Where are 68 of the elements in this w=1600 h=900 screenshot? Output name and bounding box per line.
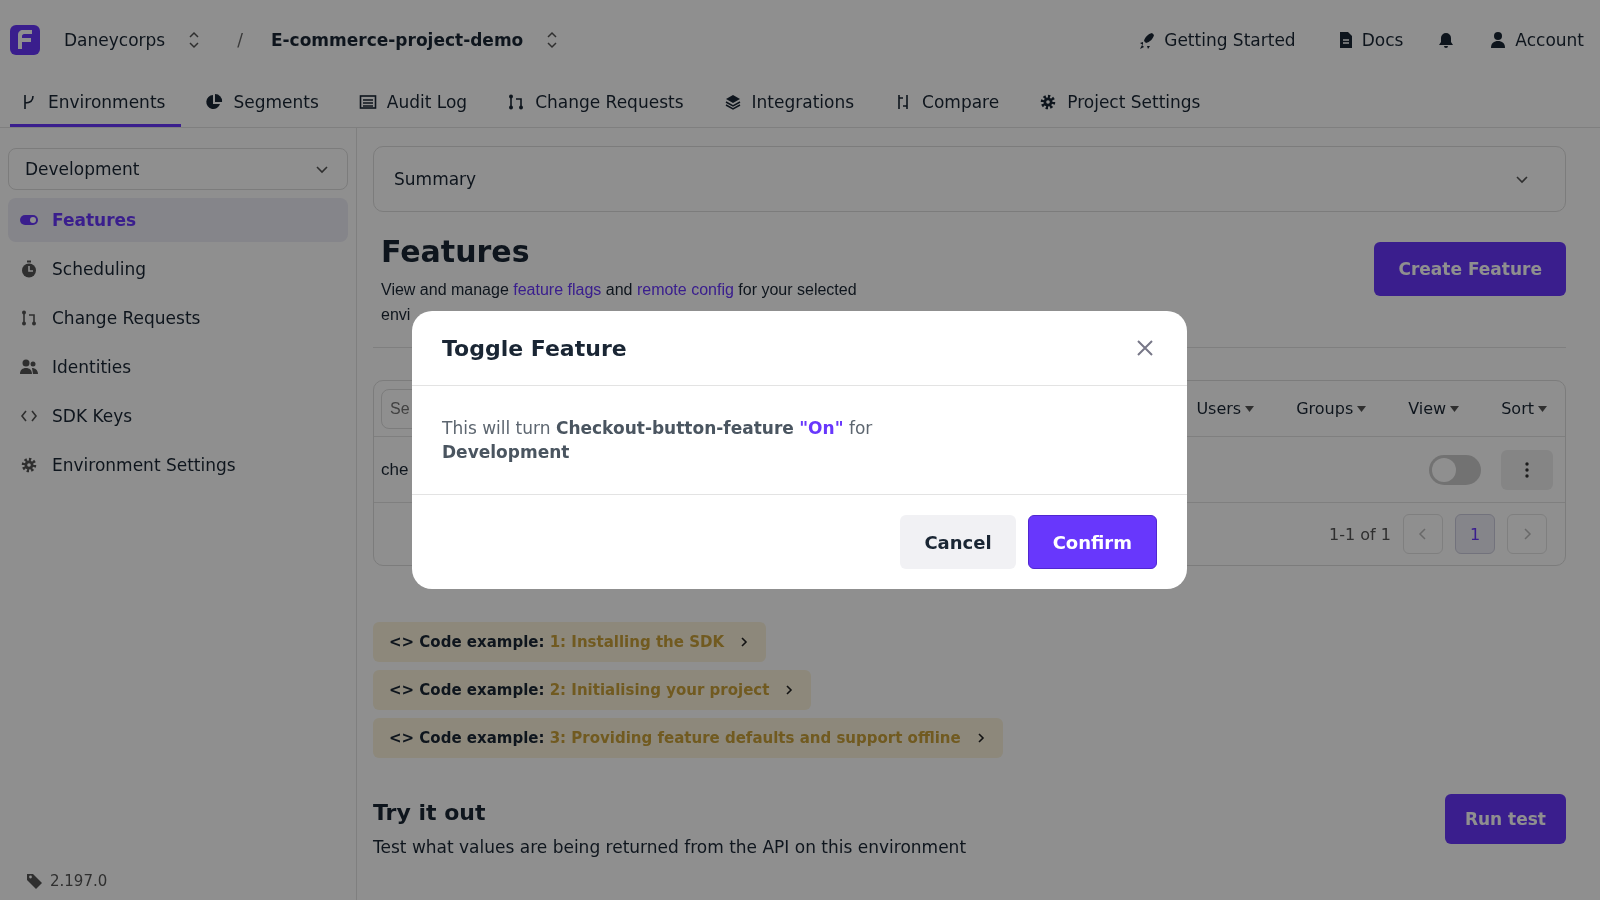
- app-logo[interactable]: [10, 25, 40, 55]
- bell-icon: [1437, 31, 1456, 49]
- people-icon: [20, 358, 38, 376]
- filter-dropdown[interactable]: Groups: [1290, 398, 1373, 419]
- nav-tab[interactable]: Environments: [10, 80, 182, 127]
- gear-icon: [20, 456, 38, 474]
- getting-started-link[interactable]: Getting Started: [1132, 29, 1302, 51]
- sidebar-item[interactable]: Features: [8, 198, 348, 242]
- tag-icon: [26, 872, 44, 890]
- pull-request-icon: [20, 309, 38, 327]
- filter-dropdown[interactable]: Sort: [1495, 398, 1553, 419]
- nav-tab[interactable]: Change Requests: [497, 80, 700, 127]
- account-link[interactable]: Account: [1483, 29, 1590, 51]
- layers-icon: [723, 93, 742, 111]
- page-title: Features: [381, 234, 531, 269]
- description-link[interactable]: remote config: [636, 281, 734, 298]
- breadcrumb-separator: /: [237, 30, 243, 50]
- chevron-right-icon: [1522, 527, 1532, 541]
- dialog-message: This will turn Checkout-button-feature "On" for Development: [442, 417, 874, 464]
- sidebar-item[interactable]: Identities: [8, 345, 348, 389]
- section-description: Test what values are being returned from the API on this environment: [373, 837, 967, 857]
- code-example-toggle[interactable]: <> Code example: 1: Installing the SDK: [373, 622, 766, 662]
- caret-down-icon: [1450, 405, 1460, 412]
- project-name[interactable]: E-commerce-project-demo: [270, 30, 524, 50]
- docs-link[interactable]: Docs: [1329, 29, 1410, 51]
- nav-tab[interactable]: Compare: [884, 80, 1016, 127]
- stopwatch-icon: [20, 260, 38, 278]
- create-feature-button[interactable]: Create Feature: [1374, 242, 1566, 296]
- feature-toggle[interactable]: [1429, 454, 1481, 485]
- section-title: Try it out: [373, 800, 487, 825]
- gear-icon: [1039, 93, 1058, 111]
- nav-tab[interactable]: Audit Log: [348, 80, 484, 127]
- caret-down-icon: [1245, 405, 1255, 412]
- nav-tab[interactable]: Project Settings: [1029, 80, 1217, 127]
- nav-tab[interactable]: Integrations: [713, 80, 871, 127]
- sidebar-item[interactable]: Change Requests: [8, 296, 348, 340]
- list-icon: [358, 93, 377, 111]
- chevron-right-icon: [738, 636, 750, 648]
- sort-arrows-icon[interactable]: [545, 31, 560, 49]
- pagination-range: 1-1 of 1: [1329, 524, 1391, 544]
- run-test-button[interactable]: Run test: [1444, 794, 1566, 844]
- rocket-icon: [1138, 31, 1157, 49]
- environment-select[interactable]: Development: [8, 148, 348, 190]
- page-button[interactable]: 1: [1455, 514, 1495, 554]
- filter-dropdown[interactable]: View: [1402, 398, 1466, 419]
- sidebar-item[interactable]: Scheduling: [8, 247, 348, 291]
- filter-dropdown[interactable]: Users: [1190, 398, 1261, 419]
- code-example-toggle[interactable]: <> Code example: 3: Providing feature defaults and support offline: [373, 718, 1003, 758]
- sidebar-item[interactable]: Environment Settings: [8, 443, 348, 487]
- dialog-title: Toggle Feature: [442, 335, 627, 361]
- organisation-name[interactable]: Daneycorps: [64, 30, 166, 50]
- description-link[interactable]: feature flags: [513, 281, 602, 298]
- cancel-button[interactable]: Cancel: [900, 515, 1016, 569]
- code-example-toggle[interactable]: <> Code example: 2: Initialising your project: [373, 670, 812, 710]
- version-label: 2.197.0: [50, 872, 108, 890]
- feature-name[interactable]: che: [381, 459, 409, 480]
- sort-arrows-icon[interactable]: [187, 31, 202, 49]
- sidebar-item[interactable]: SDK Keys: [8, 394, 348, 438]
- confirm-button[interactable]: Confirm: [1027, 515, 1157, 569]
- pie-chart-icon: [205, 93, 224, 111]
- pull-request-icon: [507, 93, 526, 111]
- nav-tab[interactable]: Segments: [195, 80, 335, 127]
- more-icon: [1525, 461, 1529, 478]
- chevron-left-icon: [1418, 527, 1428, 541]
- caret-down-icon: [1538, 405, 1547, 412]
- user-icon: [1489, 31, 1508, 49]
- summary-panel[interactable]: Summary: [373, 146, 1566, 212]
- caret-down-icon: [1357, 405, 1367, 412]
